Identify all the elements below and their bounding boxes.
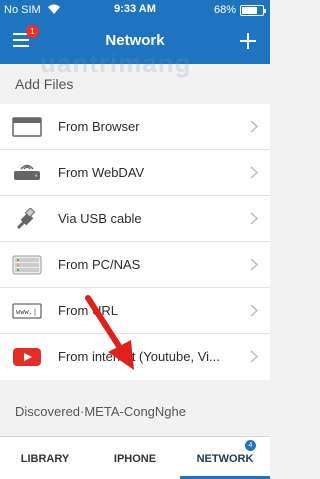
battery-percent: 68% xyxy=(213,4,236,16)
list-item-pc-nas[interactable]: From PC/NAS xyxy=(0,242,270,288)
battery-icon xyxy=(240,5,266,16)
youtube-play-icon xyxy=(13,348,41,366)
chevron-right-icon xyxy=(250,304,258,317)
page-title: Network xyxy=(105,32,165,49)
tab-badge: 4 xyxy=(245,440,256,451)
tab-library[interactable]: LIBRARY xyxy=(0,437,90,479)
webdav-drive-icon xyxy=(14,164,40,180)
svg-text:www.|: www.| xyxy=(16,308,37,316)
section-title: Add Files xyxy=(15,76,74,92)
chevron-right-icon xyxy=(250,258,258,271)
tab-bar: LIBRARY IPHONE NETWORK 4 xyxy=(0,436,270,479)
tab-network[interactable]: NETWORK 4 xyxy=(180,437,270,479)
list-item-browser[interactable]: From Browser xyxy=(0,104,270,150)
chevron-right-icon xyxy=(250,120,258,133)
list-item-usb[interactable]: Via USB cable xyxy=(0,196,270,242)
list-item-label: From Browser xyxy=(58,119,140,134)
list-item-label: From PC/NAS xyxy=(58,257,141,272)
usb-cable-icon xyxy=(16,208,36,230)
plus-icon xyxy=(240,33,256,49)
list-item-label: Via USB cable xyxy=(58,211,142,226)
tab-label: IPHONE xyxy=(113,453,157,465)
list-item-label: From internet (Youtube, Vi... xyxy=(58,349,220,364)
list-item-label: From WebDAV xyxy=(58,165,145,180)
tab-label: NETWORK xyxy=(196,453,254,465)
tab-label: LIBRARY xyxy=(20,453,70,465)
list-item-internet[interactable]: From internet (Youtube, Vi... xyxy=(0,334,270,380)
chevron-right-icon xyxy=(250,350,258,363)
add-button[interactable] xyxy=(236,29,260,53)
chevron-right-icon xyxy=(250,212,258,225)
discovered-label: Discovered·META-CongNghe xyxy=(15,404,186,419)
list-item-label: From URL xyxy=(58,303,118,318)
url-www-icon: www.| xyxy=(12,303,42,319)
nas-server-icon xyxy=(12,255,42,275)
status-bar: No SIM 9:33 AM 68% xyxy=(0,0,270,20)
browser-window-icon xyxy=(12,117,42,137)
chevron-right-icon xyxy=(250,166,258,179)
list-item-url[interactable]: www.| From URL xyxy=(0,288,270,334)
list-item-webdav[interactable]: From WebDAV xyxy=(0,150,270,196)
tab-iphone[interactable]: IPHONE xyxy=(90,437,180,479)
add-files-list: From Browser From WebDAV Via USB cable F… xyxy=(0,104,270,380)
